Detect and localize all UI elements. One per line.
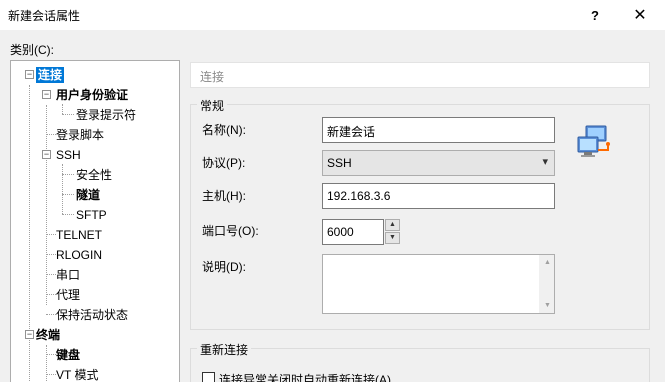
tree-line xyxy=(46,314,56,315)
tree-line xyxy=(46,274,56,275)
tree-item-connection[interactable]: 连接 xyxy=(36,65,65,85)
tree-item-user-auth[interactable]: 用户身份验证 xyxy=(56,85,128,105)
tree-item-label: 键盘 xyxy=(56,348,81,362)
tree-item-rlogin[interactable]: RLOGIN xyxy=(56,245,102,265)
tree-item-label: 终端 xyxy=(36,328,61,342)
tree-item-label: SSH xyxy=(56,148,81,162)
section-header: 连接 xyxy=(190,62,650,88)
tree-item-label: 登录脚本 xyxy=(56,128,105,142)
tree-item-label: 登录提示符 xyxy=(76,108,137,122)
tree-item-terminal[interactable]: 终端 xyxy=(36,325,60,345)
reconnect-group-title: 重新连接 xyxy=(197,341,252,358)
host-label: 主机(H): xyxy=(202,189,246,203)
tree-line xyxy=(62,214,74,215)
tree-item-keep-alive[interactable]: 保持活动状态 xyxy=(56,305,128,325)
tree-line xyxy=(46,105,47,305)
network-computers-icon xyxy=(576,124,612,160)
tree-line xyxy=(62,104,63,114)
tree-item-security[interactable]: 安全性 xyxy=(76,165,112,185)
category-tree[interactable]: − − − − 连接 用户身份验证 登录提示符 登录脚本 SSH 安全性 隧道 … xyxy=(10,60,180,382)
tree-line xyxy=(46,254,56,255)
scroll-up-icon[interactable]: ▲ xyxy=(540,255,555,270)
tree-item-label: SFTP xyxy=(76,208,107,222)
tree-item-tunnel[interactable]: 隧道 xyxy=(76,185,100,205)
tree-line xyxy=(62,164,63,214)
description-field[interactable]: ▲ ▼ xyxy=(322,254,555,314)
host-field[interactable]: 192.168.3.6 xyxy=(322,183,555,209)
tree-item-keyboard[interactable]: 键盘 xyxy=(56,345,80,365)
tree-line xyxy=(46,234,56,235)
tree-item-login-prompts[interactable]: 登录提示符 xyxy=(76,105,136,125)
tree-line xyxy=(46,374,56,375)
tree-item-label: 用户身份验证 xyxy=(56,88,129,102)
tree-item-proxy[interactable]: 代理 xyxy=(56,285,80,305)
tree-line xyxy=(62,194,74,195)
title-bar: 新建会话属性 ? ✕ xyxy=(0,0,665,30)
tree-item-label: 代理 xyxy=(56,288,81,302)
help-button[interactable]: ? xyxy=(572,0,618,30)
chevron-down-icon: ▾ xyxy=(542,156,548,168)
tree-item-label: TELNET xyxy=(56,228,103,242)
spin-down-icon[interactable]: ▼ xyxy=(385,232,400,244)
name-label: 名称(N): xyxy=(202,123,246,137)
tree-collapse-icon[interactable]: − xyxy=(42,150,51,159)
tree-item-sftp[interactable]: SFTP xyxy=(76,205,107,225)
name-field[interactable]: 新建会话 xyxy=(322,117,555,143)
description-label: 说明(D): xyxy=(202,260,246,274)
general-group-title: 常规 xyxy=(197,97,228,114)
tree-line xyxy=(46,354,56,355)
tree-line xyxy=(46,294,56,295)
tree-item-ssh[interactable]: SSH xyxy=(56,145,81,165)
tree-item-serial[interactable]: 串口 xyxy=(56,265,80,285)
tree-item-label: VT 模式 xyxy=(56,368,99,382)
tree-line xyxy=(46,134,56,135)
protocol-select[interactable]: SSH ▾ xyxy=(322,150,555,176)
category-label: 类别(C): xyxy=(10,43,54,57)
protocol-label: 协议(P): xyxy=(202,156,246,170)
tree-item-label: 隧道 xyxy=(76,188,101,202)
port-stepper[interactable]: ▲ ▼ xyxy=(385,219,400,245)
tree-item-label: 安全性 xyxy=(76,168,113,182)
port-label: 端口号(O): xyxy=(202,224,259,238)
tree-collapse-icon[interactable]: − xyxy=(25,70,34,79)
tree-line xyxy=(62,114,74,115)
description-scrollbar[interactable]: ▲ ▼ xyxy=(539,255,554,313)
close-button[interactable]: ✕ xyxy=(617,0,663,30)
port-field[interactable]: 6000 xyxy=(322,219,384,245)
tree-item-vt-mode[interactable]: VT 模式 xyxy=(56,365,98,382)
window-title: 新建会话属性 xyxy=(8,9,81,23)
section-header-title: 连接 xyxy=(200,70,225,84)
auto-reconnect-label: 连接异常关闭时自动重新连接(A) xyxy=(219,373,391,382)
protocol-select-value: SSH xyxy=(327,156,352,170)
tree-item-label: RLOGIN xyxy=(56,248,103,262)
spin-up-icon[interactable]: ▲ xyxy=(385,219,400,231)
tree-collapse-icon[interactable]: − xyxy=(25,330,34,339)
tree-line xyxy=(62,174,74,175)
tree-item-login-script[interactable]: 登录脚本 xyxy=(56,125,104,145)
tree-collapse-icon[interactable]: − xyxy=(42,90,51,99)
tree-item-label: 连接 xyxy=(36,67,65,83)
tree-item-label: 保持活动状态 xyxy=(56,308,129,322)
tree-item-label: 串口 xyxy=(56,268,81,282)
tree-line xyxy=(46,345,47,382)
auto-reconnect-checkbox[interactable] xyxy=(202,372,215,382)
tree-item-telnet[interactable]: TELNET xyxy=(56,225,102,245)
scroll-down-icon[interactable]: ▼ xyxy=(540,298,555,313)
